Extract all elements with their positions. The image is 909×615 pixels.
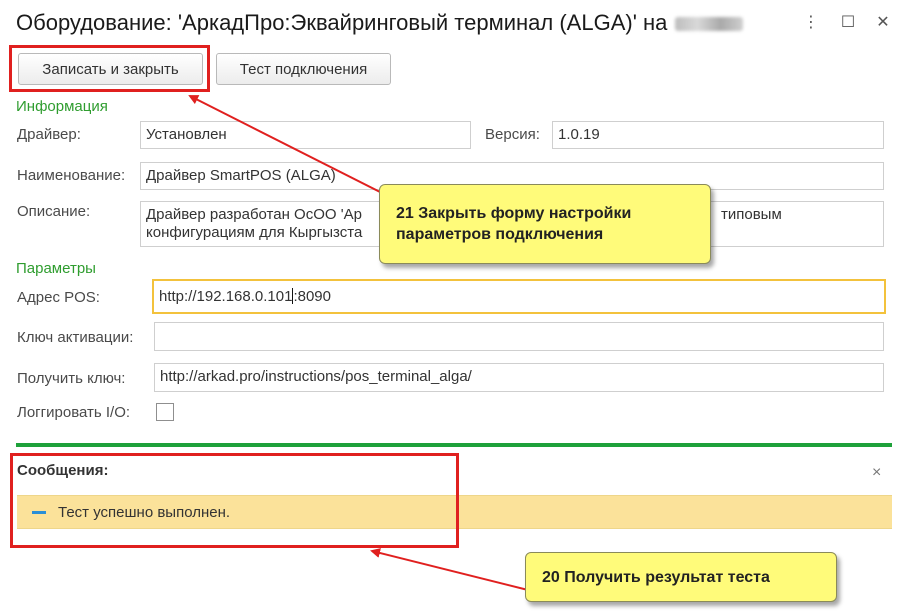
pos-address-value-after: :8090 bbox=[293, 288, 331, 305]
more-icon[interactable]: ⋮ bbox=[800, 12, 822, 34]
activation-key-label: Ключ активации: bbox=[17, 329, 134, 346]
messages-divider bbox=[16, 443, 892, 447]
description-label: Описание: bbox=[17, 203, 91, 220]
test-connection-button[interactable]: Тест подключения bbox=[216, 53, 391, 85]
blurred-name bbox=[675, 17, 744, 32]
callout-20: 20 Получить результат теста bbox=[525, 552, 837, 602]
highlight-save-button bbox=[9, 45, 210, 92]
section-information: Информация bbox=[16, 98, 108, 115]
driver-label: Драйвер: bbox=[17, 126, 81, 143]
description-line1: Драйвер разработан ОсОО 'Ар bbox=[146, 206, 362, 223]
highlight-messages bbox=[10, 453, 459, 548]
window-title-text: Оборудование: 'АркадПро:Эквайринговый те… bbox=[16, 10, 668, 35]
version-label: Версия: bbox=[485, 126, 540, 143]
close-icon[interactable]: ✕ bbox=[872, 12, 894, 34]
callout-21-line1: 21 Закрыть форму настройки bbox=[396, 205, 632, 222]
description-line1-end: типовым bbox=[721, 206, 782, 223]
name-label: Наименование: bbox=[17, 167, 126, 184]
pos-address-value-before: http://192.168.0.101 bbox=[159, 288, 293, 305]
pos-address-input[interactable]: http://192.168.0.101:8090 bbox=[152, 279, 886, 314]
section-parameters: Параметры bbox=[16, 260, 96, 277]
window-title: Оборудование: 'АркадПро:Эквайринговый те… bbox=[16, 10, 744, 36]
get-key-link-field[interactable]: http://arkad.pro/instructions/pos_termin… bbox=[154, 363, 884, 392]
maximize-icon[interactable]: ☐ bbox=[837, 12, 859, 34]
pos-address-label: Адрес POS: bbox=[17, 289, 100, 306]
callout-21: 21 Закрыть форму настройки параметров по… bbox=[379, 184, 711, 264]
arrow-to-messages bbox=[370, 548, 529, 591]
log-io-checkbox[interactable] bbox=[156, 403, 174, 421]
log-io-label: Логгировать I/O: bbox=[17, 404, 131, 421]
version-field[interactable]: 1.0.19 bbox=[552, 121, 884, 149]
callout-21-line2: параметров подключения bbox=[396, 226, 604, 243]
get-key-label: Получить ключ: bbox=[17, 370, 126, 387]
activation-key-input[interactable] bbox=[154, 322, 884, 351]
messages-close-icon[interactable]: × bbox=[872, 464, 881, 482]
driver-field[interactable]: Установлен bbox=[140, 121, 471, 149]
